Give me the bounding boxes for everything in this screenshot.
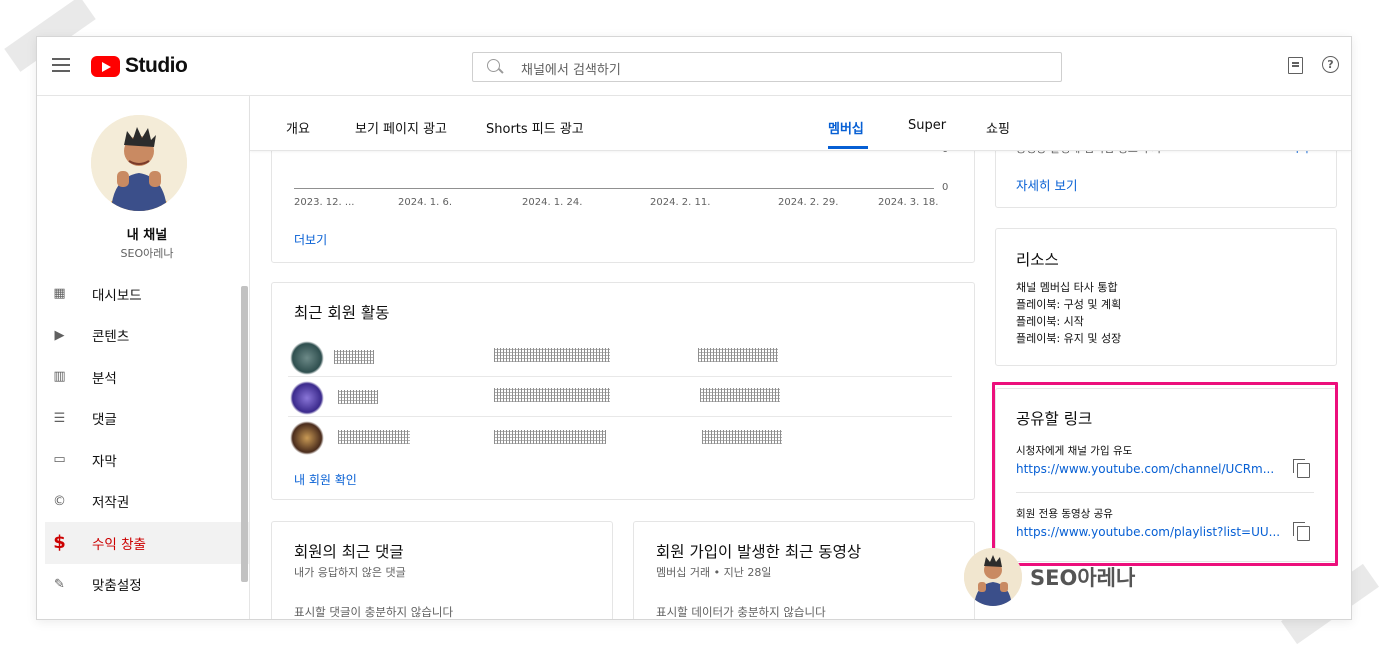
redacted-text <box>494 388 610 402</box>
watermark: SEO아레나 <box>964 548 1135 606</box>
list-item <box>288 338 952 377</box>
dashboard-icon: ▦ <box>53 286 66 302</box>
subtitles-icon: ▭ <box>53 452 66 468</box>
sidebar-item-label: 수익 창출 <box>92 536 146 553</box>
sidebar-item-copyright[interactable]: © 저작권 <box>45 481 249 523</box>
empty-state-text: 표시할 댓글이 충분하지 않습니다 <box>294 605 454 619</box>
sidebar-item-dashboard[interactable]: ▦ 대시보드 <box>45 273 249 315</box>
sidebar-item-label: 분석 <box>92 370 117 387</box>
tab-memberships[interactable]: 멤버십 <box>828 118 864 137</box>
more-link[interactable]: 더보기 <box>294 231 327 248</box>
x-tick-label: 2024. 1. 24. <box>522 197 583 208</box>
member-chart-card: 0 0 2023. 12. ... 2024. 1. 6. 2024. 1. 2… <box>271 137 975 263</box>
highlight-box <box>992 382 1338 566</box>
recent-member-activity-card: 최근 회원 활동 내 회원 확인 <box>271 282 975 500</box>
redacted-text <box>334 350 374 364</box>
member-comments-card: 회원의 최근 댓글 내가 응답하지 않은 댓글 표시할 댓글이 충분하지 않습니… <box>271 521 613 619</box>
youtube-logo-icon <box>91 55 120 77</box>
redacted-text <box>698 348 778 362</box>
resources-card: 리소스 채널 멤버십 타사 통합 플레이북: 구성 및 계획 플레이북: 시작 … <box>995 228 1337 366</box>
tab-shopping[interactable]: 쇼핑 <box>986 118 1010 137</box>
x-tick-label: 2023. 12. ... <box>294 197 355 208</box>
channel-title: 내 채널 <box>126 228 168 243</box>
resource-link[interactable]: 채널 멤버십 타사 통합 <box>1016 279 1118 295</box>
redacted-text <box>338 430 410 444</box>
card-subtitle: 멤버십 거래 • 지난 28일 <box>656 566 772 579</box>
x-axis-line <box>294 188 934 189</box>
x-tick-label: 2024. 2. 11. <box>650 197 711 208</box>
member-avatar <box>290 381 324 415</box>
recent-join-videos-card: 회원 가입이 발생한 최근 동영상 멤버십 거래 • 지난 28일 표시할 데이… <box>633 521 975 619</box>
view-members-link[interactable]: 내 회원 확인 <box>294 471 357 488</box>
sidebar-item-label: 맞춤설정 <box>92 578 142 595</box>
watermark-text: SEO아레나 <box>1030 566 1136 590</box>
watermark-avatar <box>964 548 1022 606</box>
comments-icon: ☰ <box>53 410 66 426</box>
x-tick-label: 2024. 2. 29. <box>778 197 839 208</box>
tab-shorts-feed-ads[interactable]: Shorts 피드 광고 <box>486 118 584 137</box>
sidebar-item-label: 콘텐츠 <box>92 329 130 346</box>
help-icon[interactable]: ? <box>1322 56 1339 73</box>
tab-bar: 개요 보기 페이지 광고 Shorts 피드 광고 멤버십 Super 쇼핑 <box>250 96 1351 151</box>
sidebar-item-customization[interactable]: ✎ 맞춤설정 <box>45 564 249 606</box>
card-title: 리소스 <box>1016 251 1059 269</box>
sidebar-item-monetization[interactable]: $ 수익 창출 <box>45 522 249 564</box>
redacted-text <box>494 430 606 444</box>
y-tick-label: 0 <box>942 182 949 193</box>
empty-state-text: 표시할 데이터가 충분하지 않습니다 <box>656 605 826 619</box>
copyright-icon: © <box>53 493 66 509</box>
channel-name: SEO아레나 <box>120 247 174 260</box>
menu-icon[interactable] <box>52 58 70 72</box>
redacted-text <box>494 348 610 362</box>
member-avatar <box>290 421 324 455</box>
sidebar: 내 채널 SEO아레나 ▦ 대시보드 ▶ 콘텐츠 ▥ 분석 ☰ 댓글 ▭ 자막 <box>45 96 250 619</box>
sidebar-item-subtitles[interactable]: ▭ 자막 <box>45 439 249 481</box>
logo-text: Studio <box>125 54 188 77</box>
sidebar-item-label: 저작권 <box>92 495 130 512</box>
resource-link[interactable]: 플레이북: 구성 및 계획 <box>1016 296 1121 312</box>
list-item <box>288 418 952 456</box>
search-input[interactable]: 채널에서 검색하기 <box>472 52 1062 82</box>
x-tick-label: 2024. 3. 18. <box>878 197 939 208</box>
content-icon: ▶ <box>54 327 65 343</box>
studio-logo[interactable]: Studio <box>91 54 188 78</box>
customization-icon: ✎ <box>54 576 65 592</box>
card-title: 회원의 최근 댓글 <box>294 543 404 561</box>
redacted-text <box>702 430 782 444</box>
sidebar-item-label: 댓글 <box>92 412 117 429</box>
feedback-icon[interactable] <box>1288 57 1303 74</box>
redacted-text <box>700 388 780 402</box>
search-icon <box>487 59 500 72</box>
learn-more-link[interactable]: 자세히 보기 <box>1016 175 1077 194</box>
card-title: 최근 회원 활동 <box>294 304 390 322</box>
monetization-icon: $ <box>53 532 66 554</box>
tab-super[interactable]: Super <box>908 118 946 133</box>
active-tab-indicator <box>828 146 868 149</box>
x-tick-label: 2024. 1. 6. <box>398 197 453 208</box>
list-item <box>288 378 952 417</box>
channel-avatar[interactable] <box>91 115 187 211</box>
sidebar-item-label: 자막 <box>92 453 117 470</box>
studio-window: Studio 채널에서 검색하기 ? 내 채널 SEO아레나 ▦ 대시보드 ▶ … <box>36 36 1352 620</box>
card-subtitle: 내가 응답하지 않은 댓글 <box>294 566 406 579</box>
resource-link[interactable]: 플레이북: 유지 및 성장 <box>1016 330 1121 346</box>
analytics-icon: ▥ <box>53 369 66 385</box>
sidebar-item-analytics[interactable]: ▥ 분석 <box>45 356 249 398</box>
sidebar-item-label: 대시보드 <box>92 287 142 304</box>
card-title: 회원 가입이 발생한 최근 동영상 <box>656 543 862 561</box>
tab-overview[interactable]: 개요 <box>286 118 310 137</box>
top-bar: Studio 채널에서 검색하기 ? <box>37 37 1351 96</box>
member-avatar <box>290 341 324 375</box>
resource-link[interactable]: 플레이북: 시작 <box>1016 313 1084 329</box>
sidebar-scrollbar[interactable] <box>241 286 248 582</box>
search-placeholder: 채널에서 검색하기 <box>521 63 621 78</box>
sidebar-item-comments[interactable]: ☰ 댓글 <box>45 398 249 440</box>
redacted-text <box>338 390 378 404</box>
sidebar-item-content[interactable]: ▶ 콘텐츠 <box>45 315 249 357</box>
sidebar-nav: ▦ 대시보드 ▶ 콘텐츠 ▥ 분석 ☰ 댓글 ▭ 자막 © 저작권 $ 수익 창… <box>45 273 249 605</box>
tab-watch-page-ads[interactable]: 보기 페이지 광고 <box>355 118 447 137</box>
